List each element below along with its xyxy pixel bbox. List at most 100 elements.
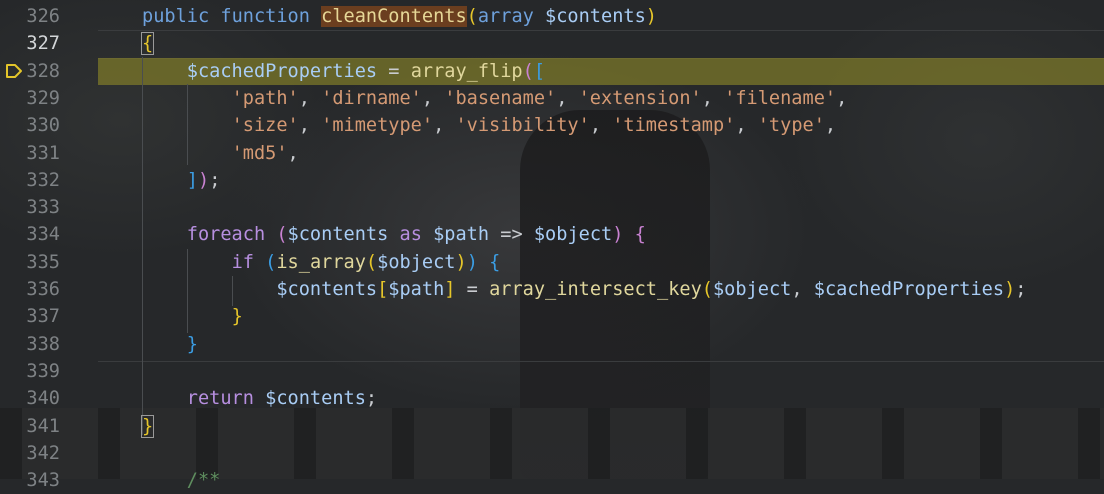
line-number[interactable]: 337 [0, 303, 60, 330]
code-line[interactable] [142, 358, 1104, 385]
code-token: as [399, 224, 434, 246]
code-token: array_intersect_key [489, 279, 702, 300]
code-token: foreach [186, 224, 277, 246]
code-token: 'md5' [231, 142, 288, 164]
code-token: , [287, 142, 299, 164]
code-token: ( [276, 224, 288, 246]
code-line[interactable] [142, 440, 1104, 467]
line-number[interactable]: 336 [0, 276, 60, 303]
code-token: } [140, 414, 155, 438]
code-token: array_flip [410, 60, 523, 82]
code-line[interactable]: $contents[$path] = array_intersect_key($… [142, 276, 1104, 303]
code-line[interactable]: 'size', 'mimetype', 'visibility', 'times… [142, 112, 1104, 139]
code-token: { [634, 224, 646, 246]
line-number[interactable]: 342 [0, 440, 60, 467]
line-number[interactable]: 343 [0, 467, 60, 494]
code-token: , [735, 115, 758, 137]
line-number[interactable]: 333 [0, 194, 60, 221]
code-token: , [298, 87, 322, 109]
line-number[interactable]: 331 [0, 140, 60, 167]
code-editor[interactable]: public function cleanContents(array $con… [98, 0, 1104, 491]
code-token: $contents [265, 388, 366, 410]
code-token: ; [1015, 279, 1027, 300]
code-line[interactable]: } [142, 303, 1104, 330]
code-token: ) [197, 169, 210, 191]
code-token: ) [612, 224, 624, 246]
code-token: $path [388, 279, 445, 300]
line-number-gutter[interactable]: 326 327 328 329 330 331 332 333 334 335 336 337 338 3… [0, 0, 98, 491]
code-token: $contents [276, 279, 378, 300]
code-token: 'dirname' [321, 87, 422, 109]
code-token: ( [466, 6, 478, 27]
code-token: $cachedProperties [186, 60, 378, 82]
code-token: , [433, 115, 456, 137]
code-line[interactable]: } [140, 413, 1104, 440]
code-token: 'extension' [578, 87, 702, 109]
code-token: $contents [545, 6, 646, 27]
line-number[interactable]: 327 [0, 30, 60, 57]
code-line[interactable]: 'md5', [142, 140, 1104, 167]
code-token: cleanContents [321, 6, 467, 27]
code-line[interactable]: { [140, 30, 1104, 57]
code-line[interactable]: } [142, 331, 1104, 358]
line-number[interactable]: 328 [0, 58, 60, 85]
code-token: ( [701, 279, 713, 300]
line-number[interactable]: 339 [0, 358, 60, 385]
code-token: , [298, 115, 322, 137]
code-token: 'path' [231, 87, 299, 109]
code-line[interactable]: foreach ($contents as $path => $object) … [142, 221, 1104, 248]
code-token: [ [377, 279, 389, 300]
code-token: 'mimetype' [321, 115, 434, 137]
code-line[interactable]: $cachedProperties = array_flip([ [142, 58, 1104, 85]
code-token: , [791, 279, 814, 300]
code-token: 'timestamp' [612, 115, 736, 137]
code-token: => [500, 224, 534, 246]
line-number[interactable]: 334 [0, 221, 60, 248]
line-number[interactable]: 341 [0, 413, 60, 440]
line-number[interactable]: 332 [0, 167, 60, 194]
line-number[interactable]: 338 [0, 331, 60, 358]
code-token: 'size' [231, 115, 299, 137]
line-number[interactable]: 329 [0, 85, 60, 112]
code-token: , [824, 115, 837, 137]
line-number[interactable]: 340 [0, 385, 60, 412]
code-line[interactable]: if (is_array($object)) { [142, 249, 1104, 276]
line-number[interactable]: 326 [0, 3, 60, 30]
code-token: 'basename' [444, 87, 557, 109]
code-token: ( [522, 60, 534, 82]
code-token: ) [645, 6, 657, 27]
code-line[interactable]: ]); [142, 167, 1104, 194]
code-token: } [186, 333, 198, 355]
code-line[interactable]: return $contents; [142, 385, 1104, 412]
code-token: ( [265, 251, 277, 273]
code-token: , [556, 87, 579, 109]
code-token: is_array [276, 251, 366, 273]
code-token: ) [1004, 279, 1016, 300]
code-token: , [701, 87, 725, 109]
code-token: , [421, 87, 445, 109]
code-line[interactable]: 'path', 'dirname', 'basename', 'extensio… [142, 85, 1104, 112]
code-token: 'visibility' [455, 115, 590, 137]
code-token: ; [365, 388, 378, 410]
line-number[interactable]: 330 [0, 112, 60, 139]
code-token: if [231, 251, 266, 273]
code-token: ) [455, 251, 467, 273]
code-line[interactable]: /** [142, 467, 1104, 494]
code-token: ( [365, 251, 378, 273]
code-token: ; [209, 169, 221, 191]
line-number[interactable]: 335 [0, 249, 60, 276]
code-token: { [140, 32, 155, 56]
code-line[interactable] [142, 194, 1104, 221]
code-line[interactable]: public function cleanContents(array $con… [142, 3, 1104, 30]
code-token: function [220, 6, 322, 27]
code-token: [ [533, 60, 546, 82]
